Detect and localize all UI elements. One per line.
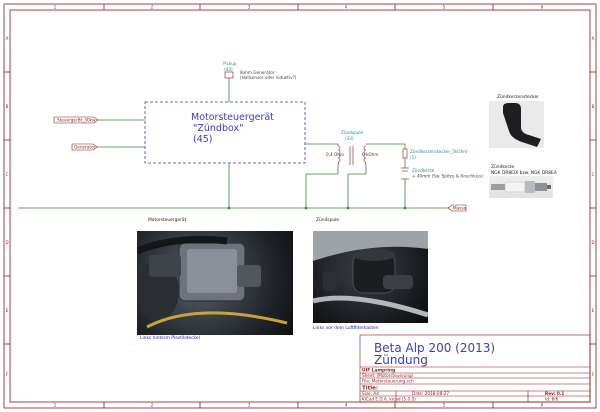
junction-dot (403, 206, 407, 210)
project-subtitle: Zündung (374, 353, 428, 367)
sheet-path: Sheet: /Motorsteuerung/ (362, 373, 414, 378)
coil-primary-value: 0,4 Ohm (326, 152, 344, 157)
pickup-label: Pickup (223, 61, 237, 66)
coil-secondary-value: 6 kOhm (362, 152, 378, 157)
row-marker-right: B (592, 104, 595, 109)
plug-desc: + 40mm (Sw. Spitze & Anschluss) (412, 174, 483, 179)
ecu-title: Motorsteuergerät (191, 112, 274, 123)
coil-label: Zündspule (341, 130, 363, 135)
plug-photo-title: Zündkerze (491, 164, 515, 170)
kicad-version: KiCad E.D.A. kicad (5.0.0) (362, 397, 416, 402)
row-marker-right: C (592, 172, 595, 177)
col-marker-top: 6 (541, 5, 544, 10)
row-marker-left: F (6, 372, 9, 377)
junction-dot (304, 206, 308, 210)
spark-plug-photo (489, 176, 553, 198)
col-marker-bottom: 3 (248, 403, 251, 408)
connector-ref: (1) (410, 155, 416, 160)
row-marker-left: E (6, 308, 9, 313)
coil-photo (313, 231, 428, 323)
sheet-rev: Rev: 0.1 (545, 391, 564, 396)
row-marker-left: D (5, 240, 8, 245)
sheet-id: Id: 6/6 (545, 397, 559, 402)
col-marker-bottom: 4 (345, 403, 348, 408)
row-marker-left: A (6, 36, 9, 41)
sheet-date: Date: 2018-08-27 (412, 391, 449, 396)
col-marker-top: 3 (248, 5, 251, 10)
col-marker-bottom: 2 (151, 403, 154, 408)
col-marker-top: 2 (151, 5, 154, 10)
junction-dot (346, 206, 350, 210)
row-marker-right: D (591, 240, 594, 245)
col-marker-top: 4 (345, 5, 348, 10)
ecu-ref: (45) (193, 134, 213, 145)
photo1-title: Motorsteuergerät (148, 217, 187, 223)
sheet-border (3, 3, 597, 409)
port-steuergeraet-label: SteuergerBt_30kw (57, 118, 96, 123)
photo2-title: Zündspule (316, 217, 339, 223)
spark-plug-symbol[interactable] (401, 167, 409, 180)
file-name: File: Motorsteuerung.sch (362, 379, 414, 384)
row-marker-right: A (592, 36, 595, 41)
pickup-desc: (Hallsensor oder induktiv?) (240, 75, 297, 80)
plug-label: Zündkerze (412, 168, 435, 173)
sheet-size: Size: A4 (362, 391, 379, 396)
row-marker-left: C (6, 172, 9, 177)
row-marker-right: E (592, 308, 595, 313)
schematic-sheet: 1 2 3 4 5 6 1 2 3 4 5 6 A B C D E F A B … (3, 3, 597, 409)
ecu-photo (137, 231, 293, 335)
ecu-subtitle: "Zündbox" (193, 123, 244, 134)
port-generator-label: Generator (74, 145, 96, 150)
pickup-connector[interactable] (224, 71, 234, 79)
photo1-caption: Links hinterm Plastikdeckel (140, 335, 200, 341)
col-marker-top: 1 (54, 5, 57, 10)
connector-resistor[interactable] (402, 148, 408, 159)
col-marker-bottom: 6 (541, 403, 544, 408)
col-marker-bottom: 5 (443, 403, 446, 408)
pickup-ref: (43) (224, 67, 233, 72)
col-marker-top: 5 (443, 5, 446, 10)
wires (18, 78, 448, 209)
col-marker-bottom: 1 (54, 403, 57, 408)
junction-dot (227, 206, 231, 210)
row-marker-left: B (6, 104, 9, 109)
row-marker-right: F (592, 372, 595, 377)
connector-label: Zündkerzenstecker_5kOhm (410, 149, 467, 154)
port-masse-label: Masse (453, 206, 467, 211)
connector-photo-caption: Zündkerzenstecker (497, 94, 539, 100)
photo2-caption: Links vor dem Luftfilterkasten (313, 325, 379, 331)
coil-ref: (33) (345, 136, 354, 141)
spark-plug-connector-photo (489, 101, 544, 148)
